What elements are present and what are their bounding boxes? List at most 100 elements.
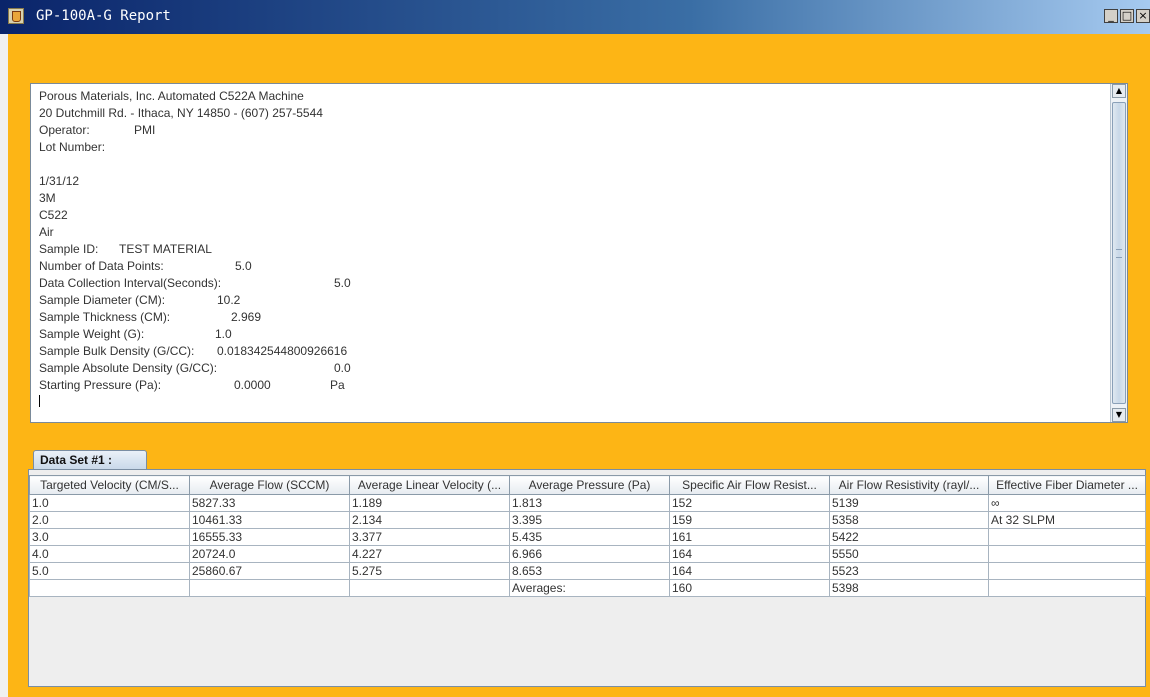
table-cell[interactable]: 5398: [829, 579, 989, 597]
table-row[interactable]: 3.0 16555.33 3.377 5.435 161 5422: [29, 528, 1146, 546]
table-cell[interactable]: [988, 579, 1146, 597]
scrollbar-thumb[interactable]: [1112, 102, 1126, 404]
table-cell[interactable]: 5422: [829, 528, 989, 546]
table-cell[interactable]: 5.435: [509, 528, 670, 546]
column-header[interactable]: Targeted Velocity (CM/S...: [29, 475, 190, 495]
report-line-value: 1.0: [215, 327, 232, 341]
table-row[interactable]: 4.0 20724.0 4.227 6.966 164 5550: [29, 545, 1146, 563]
report-line: Starting Pressure (Pa): 0.0000 Pa: [39, 377, 1109, 394]
report-line: C522: [39, 207, 1109, 224]
table-header-row: Targeted Velocity (CM/S... Average Flow (…: [29, 475, 1146, 495]
table-cell[interactable]: Averages:: [509, 579, 670, 597]
report-line-label: Sample ID:: [39, 242, 99, 256]
table-cell[interactable]: 164: [669, 545, 830, 563]
data-table: Targeted Velocity (CM/S... Average Flow (…: [29, 475, 1146, 597]
table-row[interactable]: 1.0 5827.33 1.189 1.813 152 5139 ∞: [29, 494, 1146, 512]
close-button[interactable]: ×: [1136, 9, 1150, 23]
table-cell[interactable]: 2.134: [349, 511, 510, 529]
chevron-up-icon[interactable]: ▲: [1112, 84, 1126, 98]
report-line: Sample ID: TEST MATERIAL: [39, 241, 1109, 258]
report-line-label: Lot Number:: [39, 140, 106, 154]
table-cell[interactable]: 2.0: [29, 511, 190, 529]
table-row[interactable]: 2.0 10461.33 2.134 3.395 159 5358 At 32 SLPM: [29, 511, 1146, 529]
table-cell[interactable]: [988, 562, 1146, 580]
report-line: Lot Number:: [39, 139, 1109, 156]
report-line: Porous Materials, Inc. Automated C522A M…: [39, 88, 1109, 105]
table-cell[interactable]: [988, 528, 1146, 546]
minimize-button[interactable]: _: [1104, 9, 1118, 23]
column-header[interactable]: Effective Fiber Diameter ...: [988, 475, 1146, 495]
table-row[interactable]: 5.0 25860.67 5.275 8.653 164 5523: [29, 562, 1146, 580]
report-line-label: Number of Data Points:: [39, 259, 164, 273]
table-cell[interactable]: 3.0: [29, 528, 190, 546]
table-cell[interactable]: [988, 545, 1146, 563]
table-cell[interactable]: [29, 579, 190, 597]
table-cell[interactable]: 5139: [829, 494, 989, 512]
table-cell[interactable]: 161: [669, 528, 830, 546]
table-cell[interactable]: [189, 579, 350, 597]
table-cell[interactable]: 8.653: [509, 562, 670, 580]
report-line-unit: Pa: [330, 378, 345, 392]
table-cell[interactable]: [349, 579, 510, 597]
table-cell[interactable]: 160: [669, 579, 830, 597]
table-cell[interactable]: 25860.67: [189, 562, 350, 580]
report-line: [39, 156, 1109, 173]
report-line-label: Sample Thickness (CM):: [39, 310, 171, 324]
report-line: Sample Bulk Density (G/CC): 0.01834254480…: [39, 343, 1109, 360]
report-line-label: 3M: [39, 191, 56, 205]
report-line-value: 5.0: [235, 259, 252, 273]
table-row[interactable]: Averages: 160 5398: [29, 579, 1146, 597]
column-header[interactable]: Specific Air Flow Resist...: [669, 475, 830, 495]
report-line-value: 0.0000: [234, 378, 271, 392]
table-cell[interactable]: 4.0: [29, 545, 190, 563]
report-line-value: 10.2: [217, 293, 241, 307]
table-cell[interactable]: 20724.0: [189, 545, 350, 563]
report-line-value: PMI: [134, 123, 156, 137]
report-line: Data Collection Interval(Seconds): 5.0: [39, 275, 1109, 292]
report-text-area[interactable]: Porous Materials, Inc. Automated C522A M…: [30, 83, 1128, 423]
table-cell[interactable]: 152: [669, 494, 830, 512]
table-cell[interactable]: 1.189: [349, 494, 510, 512]
table-cell[interactable]: 159: [669, 511, 830, 529]
report-line-value: 5.0: [334, 276, 351, 290]
table-cell[interactable]: At 32 SLPM: [988, 511, 1146, 529]
report-vertical-scrollbar[interactable]: ▲ ▼: [1110, 84, 1127, 422]
report-line-value: TEST MATERIAL: [119, 242, 212, 256]
report-line-value: 2.969: [231, 310, 262, 324]
data-set-panel: Targeted Velocity (CM/S... Average Flow (…: [28, 469, 1146, 687]
tab-data-set-1[interactable]: Data Set #1 :: [33, 450, 147, 469]
report-line: 3M: [39, 190, 1109, 207]
report-line: Sample Absolute Density (G/CC): 0.0: [39, 360, 1109, 377]
report-text: Porous Materials, Inc. Automated C522A M…: [39, 88, 1109, 407]
table-cell[interactable]: 5.275: [349, 562, 510, 580]
table-cell[interactable]: 5523: [829, 562, 989, 580]
table-cell[interactable]: 5358: [829, 511, 989, 529]
table-cell[interactable]: 3.377: [349, 528, 510, 546]
table-cell[interactable]: 5827.33: [189, 494, 350, 512]
table-cell[interactable]: 5550: [829, 545, 989, 563]
table-cell[interactable]: 1.0: [29, 494, 190, 512]
report-line-value: 0.0: [334, 361, 351, 375]
table-cell[interactable]: 5.0: [29, 562, 190, 580]
column-header[interactable]: Average Linear Velocity (...: [349, 475, 510, 495]
table-cell[interactable]: 4.227: [349, 545, 510, 563]
column-header[interactable]: Air Flow Resistivity (rayl/...: [829, 475, 989, 495]
table-cell[interactable]: 164: [669, 562, 830, 580]
table-cell[interactable]: 1.813: [509, 494, 670, 512]
table-cell[interactable]: 3.395: [509, 511, 670, 529]
maximize-button[interactable]: □: [1120, 9, 1134, 23]
report-line-label: Air: [39, 225, 54, 239]
column-header[interactable]: Average Flow (SCCM): [189, 475, 350, 495]
report-line-label: Sample Diameter (CM):: [39, 293, 166, 307]
table-cell[interactable]: 16555.33: [189, 528, 350, 546]
text-caret: [39, 395, 40, 407]
report-line: 1/31/12: [39, 173, 1109, 190]
column-header[interactable]: Average Pressure (Pa): [509, 475, 670, 495]
table-cell[interactable]: ∞: [988, 494, 1146, 512]
table-cell[interactable]: 10461.33: [189, 511, 350, 529]
report-line-label: Operator:: [39, 123, 90, 137]
report-line-label: 20 Dutchmill Rd. - Ithaca, NY 14850 - (6…: [39, 106, 323, 120]
table-cell[interactable]: 6.966: [509, 545, 670, 563]
report-line-value: 0.018342544800926616: [217, 344, 348, 358]
chevron-down-icon[interactable]: ▼: [1112, 408, 1126, 422]
